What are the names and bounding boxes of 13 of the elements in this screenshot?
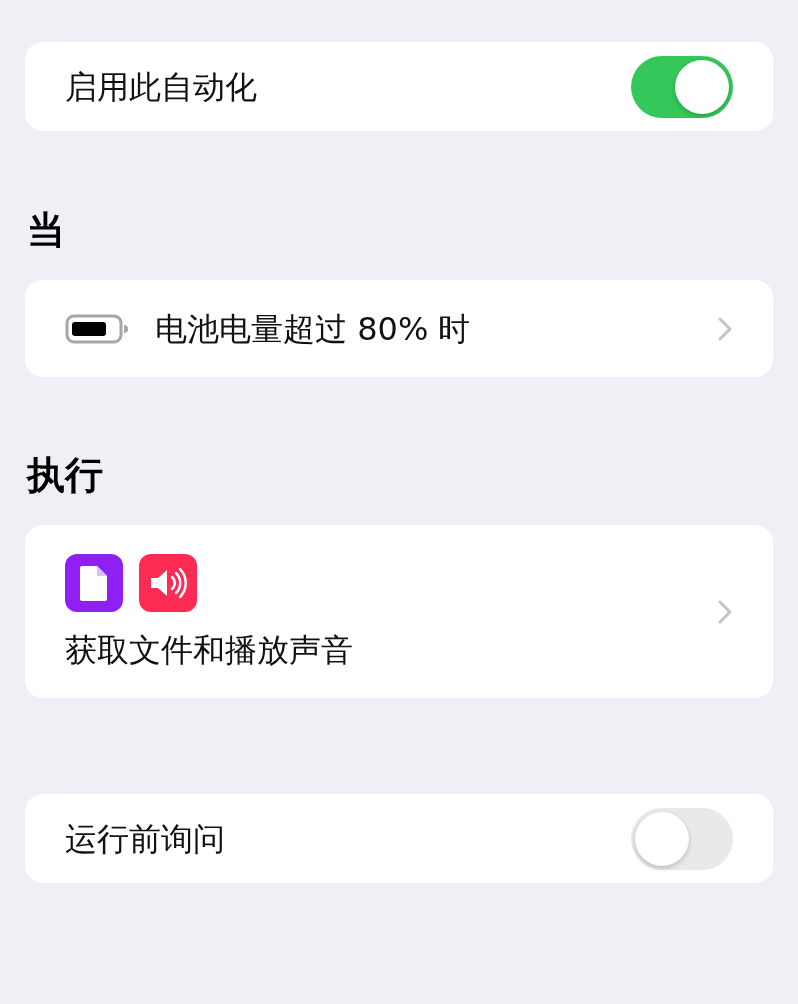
chevron-icon: [717, 599, 733, 625]
battery-icon: [65, 313, 129, 344]
chevron-icon: [717, 315, 733, 342]
trigger-label: 电池电量超过 80% 时: [155, 308, 472, 349]
action-summary: 获取文件和播放声音: [65, 630, 354, 670]
section-header: 当: [27, 207, 66, 254]
setting-label: 运行前询问: [65, 818, 226, 859]
document-icon: [65, 554, 123, 612]
section-header: 执行: [27, 452, 104, 499]
setting-label: 启用此自动化: [65, 66, 258, 107]
action-row[interactable]: 获取文件和播放声音: [25, 525, 773, 698]
trigger-row[interactable]: 电池电量超过 80% 时: [25, 280, 773, 377]
speaker-icon: [139, 554, 197, 612]
